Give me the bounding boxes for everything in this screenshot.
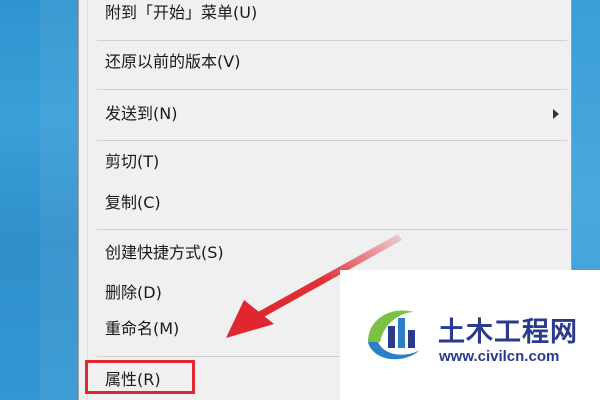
menu-item-send-to[interactable]: 发送到(N) bbox=[105, 97, 177, 131]
menu-item-restore-previous-versions[interactable]: 还原以前的版本(V) bbox=[105, 45, 240, 79]
menu-gutter bbox=[87, 0, 88, 400]
watermark-url: www.civilcn.com bbox=[439, 348, 560, 365]
civilcn-logo-icon bbox=[368, 310, 420, 360]
menu-item-copy[interactable]: 复制(C) bbox=[105, 186, 161, 220]
menu-separator bbox=[97, 40, 567, 41]
watermark-title: 土木工程网 bbox=[438, 317, 578, 348]
watermark-panel: 土木工程网 www.civilcn.com bbox=[340, 270, 600, 400]
menu-item-pin-to-start[interactable]: 附到「开始」菜单(U) bbox=[105, 0, 257, 30]
menu-separator bbox=[97, 140, 567, 141]
properties-highlight-box bbox=[85, 360, 195, 394]
menu-item-delete[interactable]: 删除(D) bbox=[105, 276, 162, 310]
submenu-arrow-icon bbox=[553, 109, 559, 119]
menu-item-rename[interactable]: 重命名(M) bbox=[105, 312, 179, 346]
menu-separator bbox=[97, 89, 567, 90]
desktop-background-left bbox=[0, 0, 78, 400]
desktop-stripe bbox=[40, 0, 78, 400]
menu-item-create-shortcut[interactable]: 创建快捷方式(S) bbox=[105, 236, 224, 270]
menu-item-cut[interactable]: 剪切(T) bbox=[105, 145, 159, 179]
menu-separator bbox=[97, 229, 567, 230]
